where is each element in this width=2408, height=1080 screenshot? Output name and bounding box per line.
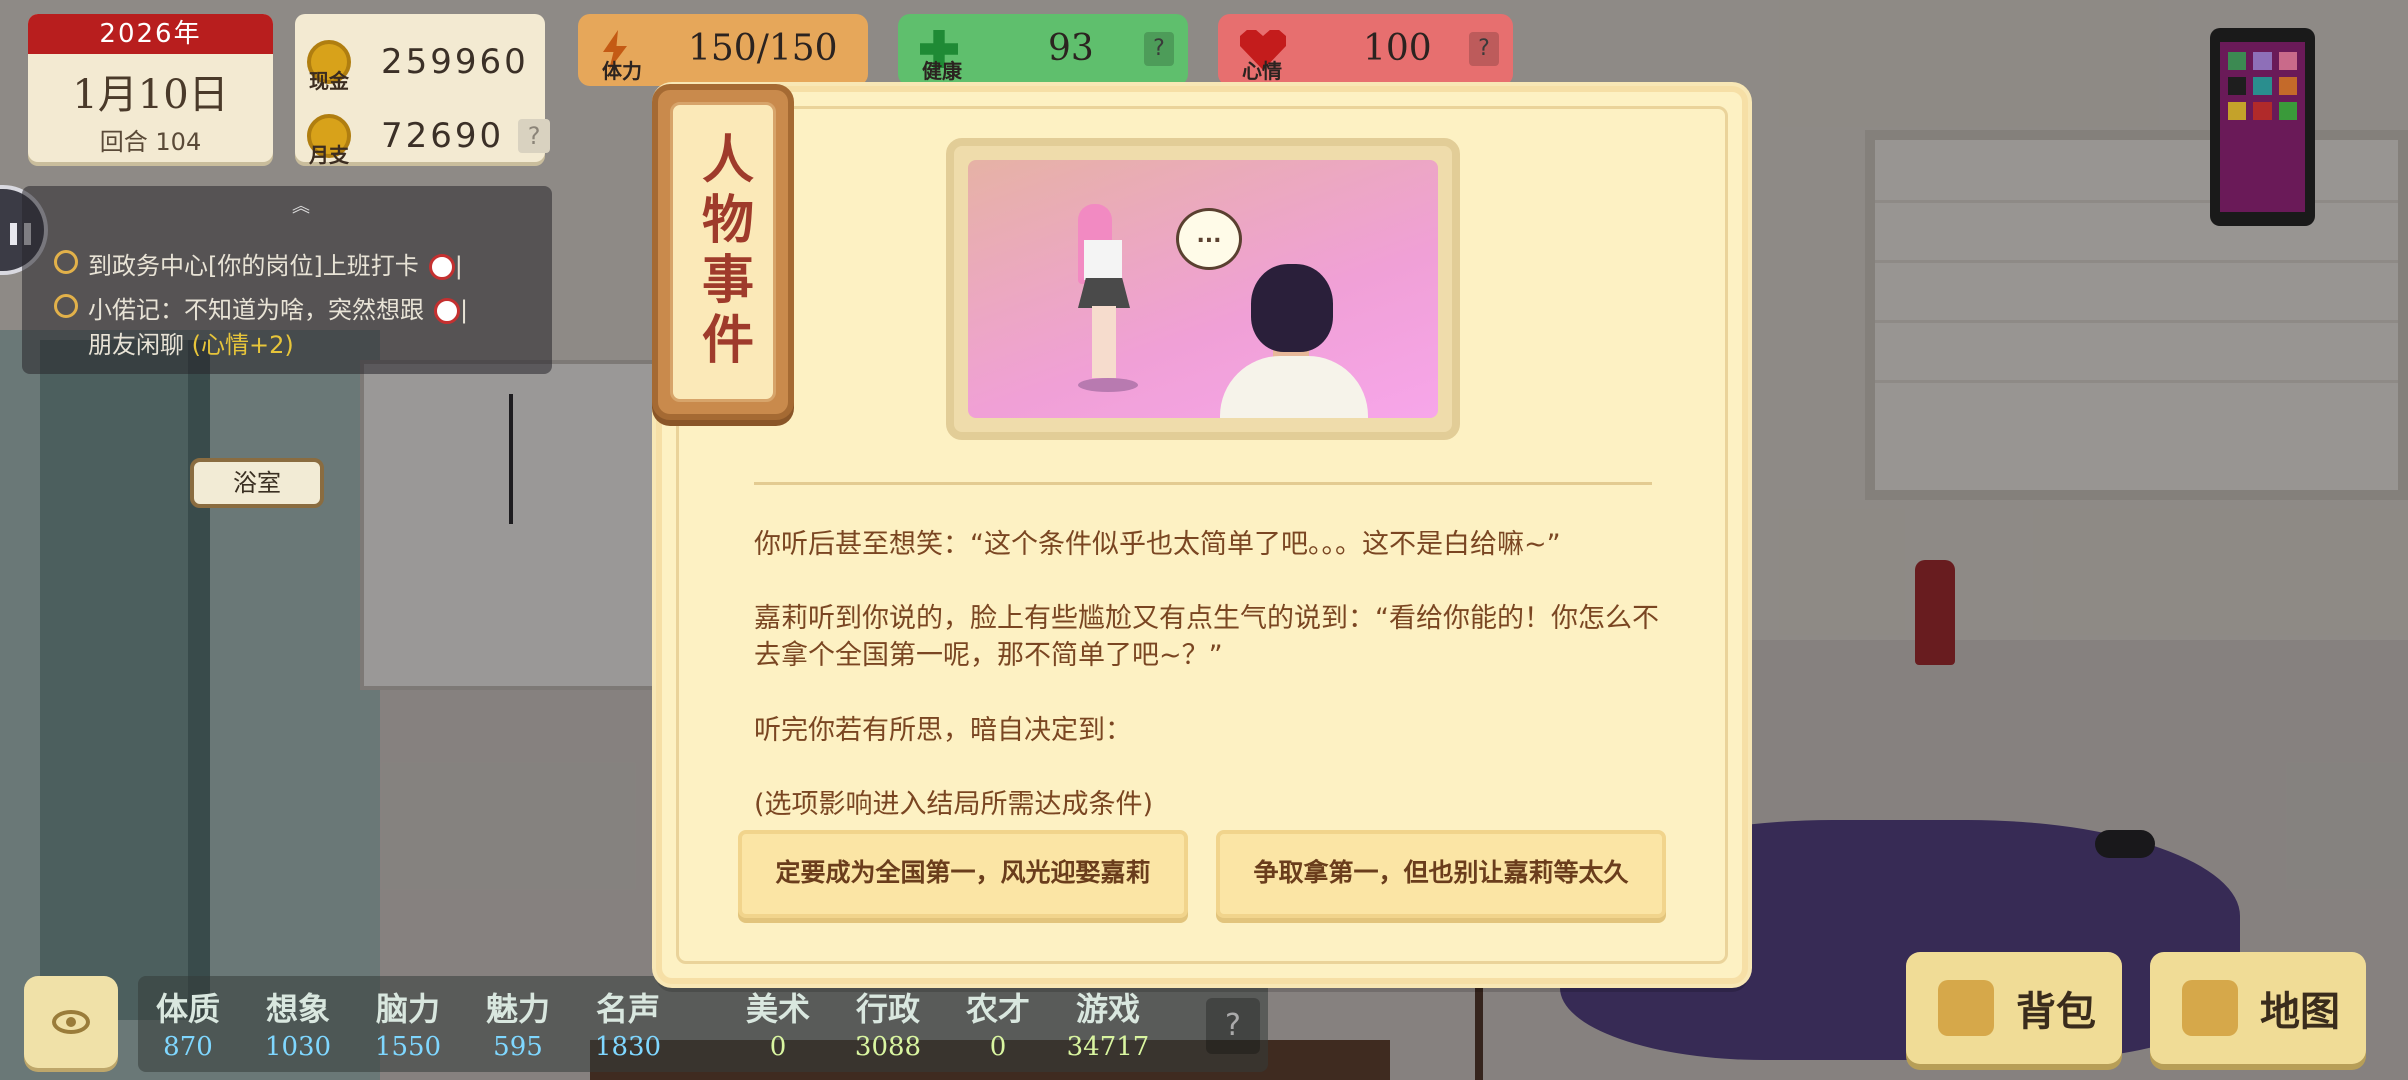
skill-label: 游戏 [1075, 990, 1140, 1028]
round-label: 回合 104 [99, 128, 202, 156]
task-suffix: | [454, 252, 463, 280]
skill-value: 34717 [1066, 1032, 1150, 1062]
task-text: 到政务中心[你的岗位]上班打卡 [88, 252, 419, 280]
mood-label: 心情 [1242, 59, 1282, 83]
expense-row: 月支 72690 ? [307, 106, 551, 167]
event-illustration-frame: ... [946, 138, 1460, 440]
map-icon [2182, 980, 2238, 1036]
bag-label: 背包 [2016, 989, 2096, 1035]
choice-button-first-place[interactable]: 定要成为全国第一，风光迎娶嘉莉 [738, 830, 1188, 918]
choice-button-not-too-long[interactable]: 争取拿第一，但也别让嘉莉等太久 [1216, 830, 1666, 918]
attr-constitution: 体质 870 [138, 984, 238, 1062]
backpack-icon [1938, 980, 1994, 1036]
expense-label: 月支 [309, 143, 349, 167]
task-text: 小偌记：不知道为啥，突然想跟 [88, 296, 424, 324]
clock-icon [434, 298, 460, 324]
speech-bubble: ... [1176, 208, 1242, 270]
story-paragraph: 嘉莉听到你说的，脸上有些尴尬又有点生气的说到：“看给你能的！你怎么不去拿个全国第… [754, 603, 1659, 671]
energy-value: 150/150 [688, 28, 838, 69]
skill-label: 美术 [745, 990, 810, 1028]
date-label: 1月10日 [72, 72, 229, 118]
skill-value: 3088 [854, 1032, 922, 1062]
attr-value: 870 [163, 1032, 213, 1062]
health-help-button[interactable]: ? [1144, 32, 1174, 66]
task-mood-bonus: (心情+2) [191, 331, 294, 359]
task-ring-icon [54, 294, 78, 318]
task-item[interactable]: 小偌记：不知道为啥，突然想跟 | 朋友闲聊 (心情+2) [54, 290, 468, 360]
skill-admin: 行政 3088 [838, 984, 938, 1062]
mood-stat: 心情 100 ? [1218, 14, 1513, 86]
skill-art: 美术 0 [728, 984, 828, 1062]
energy-stat: 体力 150/150 [578, 14, 868, 86]
task-ring-icon [54, 250, 78, 274]
mood-value: 100 [1363, 28, 1432, 69]
attr-imagination: 想象 1030 [248, 984, 348, 1062]
attr-charm: 魅力 595 [468, 984, 568, 1062]
health-label: 健康 [922, 59, 962, 83]
attr-intellect: 脑力 1550 [358, 984, 458, 1062]
event-title-tab: 人物事件 [652, 84, 794, 420]
map-button[interactable]: 地图 [2150, 952, 2366, 1064]
skill-label: 行政 [855, 990, 920, 1028]
attr-reputation: 名声 1830 [578, 984, 678, 1062]
event-title: 人物事件 [692, 132, 754, 372]
bathroom-label[interactable]: 浴室 [190, 458, 324, 508]
map-label: 地图 [2260, 989, 2340, 1035]
dialog-divider [754, 482, 1652, 485]
task-text-line2: 朋友闲聊 [88, 331, 184, 359]
story-paragraph: 你听后甚至想笑：“这个条件似乎也太简单了吧。。。这不是白给嘛~” [754, 529, 1561, 560]
story-paragraph: 听完你若有所思，暗自决定到： [754, 715, 1132, 746]
attr-value: 1030 [264, 1032, 332, 1062]
task-item[interactable]: 到政务中心[你的岗位]上班打卡 | [54, 246, 463, 281]
skill-value: 0 [989, 1032, 1007, 1062]
attr-value: 1550 [374, 1032, 442, 1062]
attr-label: 想象 [265, 990, 330, 1028]
phone-button[interactable] [2210, 28, 2315, 226]
event-illustration: ... [968, 160, 1438, 418]
money-card: 现金 259960 月支 72690 ? [295, 14, 551, 167]
eye-icon [52, 1010, 90, 1034]
date-card: 2026年 1月10日 回合 104 [28, 14, 273, 162]
task-panel: ︽ 到政务中心[你的岗位]上班打卡 | 小偌记：不知道为啥，突然想跟 | 朋友闲聊 … [22, 186, 552, 374]
attr-label: 魅力 [485, 990, 550, 1028]
cash-label: 现金 [309, 69, 349, 93]
mood-help-button[interactable]: ? [1469, 32, 1499, 66]
expense-help-button[interactable]: ? [518, 119, 551, 153]
year-label: 2026年 [28, 14, 273, 54]
skill-farming: 农才 0 [948, 984, 1048, 1062]
collapse-chevron-icon[interactable]: ︽ [292, 192, 310, 218]
expense-coin-icon: 月支 [307, 114, 351, 167]
cash-row: 现金 259960 [307, 32, 529, 93]
clock-icon [428, 254, 455, 280]
cash-value: 259960 [381, 42, 529, 82]
attr-label: 体质 [155, 990, 220, 1028]
skill-label: 农才 [965, 990, 1030, 1028]
health-stat: 健康 93 ? [898, 14, 1188, 86]
phone-screen [2220, 42, 2305, 212]
bag-button[interactable]: 背包 [1906, 952, 2122, 1064]
attr-value: 1830 [594, 1032, 662, 1062]
skill-value: 0 [769, 1032, 787, 1062]
player-character [1220, 356, 1368, 418]
attribute-help-button[interactable]: ? [1206, 998, 1260, 1054]
attr-label: 脑力 [375, 990, 440, 1028]
expense-value: 72690 [381, 116, 505, 156]
attribute-bar: 体质 870 想象 1030 脑力 1550 魅力 595 名声 1830 美术… [138, 976, 1268, 1072]
view-toggle-button[interactable] [24, 976, 118, 1068]
attr-label: 名声 [595, 990, 660, 1028]
health-value: 93 [1048, 28, 1094, 69]
cash-coin-icon: 现金 [307, 40, 351, 93]
task-suffix: | [460, 296, 469, 324]
skill-gaming: 游戏 34717 [1058, 984, 1158, 1062]
story-note: (选项影响进入结局所需达成条件) [754, 789, 1154, 820]
attr-value: 595 [493, 1032, 543, 1062]
energy-label: 体力 [602, 59, 642, 83]
